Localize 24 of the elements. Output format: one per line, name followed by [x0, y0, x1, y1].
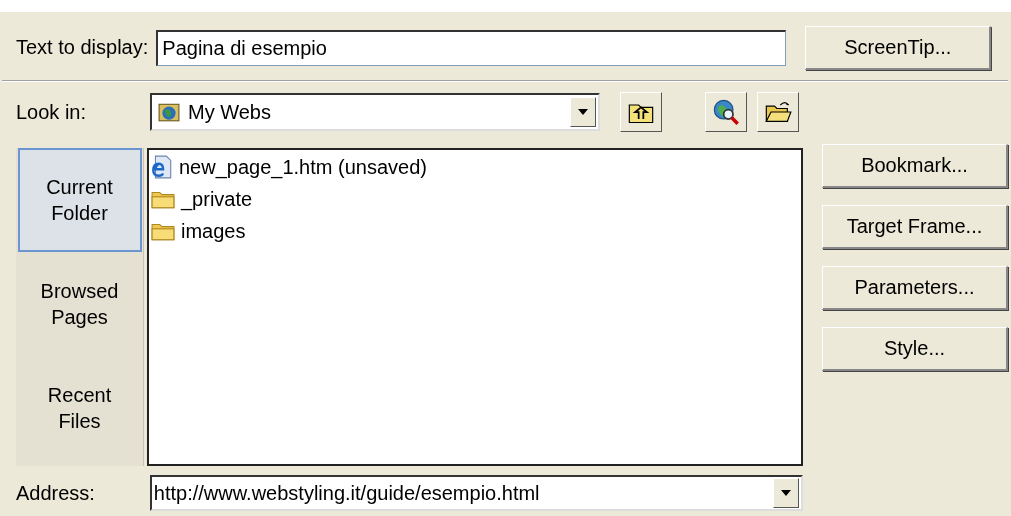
places-item[interactable]: Recent Files [17, 356, 142, 460]
globe-folder-icon [158, 101, 180, 123]
web-page-icon [151, 155, 173, 179]
text-to-display-field[interactable]: Pagina di esempio [156, 29, 787, 66]
address-field[interactable]: http://www.webstyling.it/guide/esempio.html [149, 475, 803, 511]
address-label: Address: [16, 481, 96, 505]
file-name[interactable]: images [181, 219, 246, 243]
side-button[interactable]: Bookmark... [822, 144, 1008, 188]
up-folder-icon[interactable] [620, 92, 662, 132]
side-button[interactable]: Style... [822, 327, 1008, 371]
folder-icon [151, 189, 175, 209]
folder-icon [151, 221, 175, 241]
look-in-dropdown[interactable]: My Webs [150, 93, 600, 131]
side-button[interactable]: Target Frame... [822, 205, 1008, 249]
file-name[interactable]: new_page_1.htm (unsaved) [179, 155, 427, 179]
file-name[interactable]: _private [181, 187, 253, 211]
side-button[interactable]: Parameters... [822, 266, 1008, 310]
screentip-button[interactable]: ScreenTip... [805, 25, 992, 70]
text-to-display-label: Text to display: [16, 36, 149, 59]
places-item[interactable]: Current Folder [17, 148, 142, 252]
web-search-icon[interactable] [705, 92, 747, 132]
look-in-label: Look in: [16, 100, 88, 124]
places-item[interactable]: Browsed Pages [17, 252, 142, 356]
open-folder-icon[interactable] [757, 92, 799, 132]
